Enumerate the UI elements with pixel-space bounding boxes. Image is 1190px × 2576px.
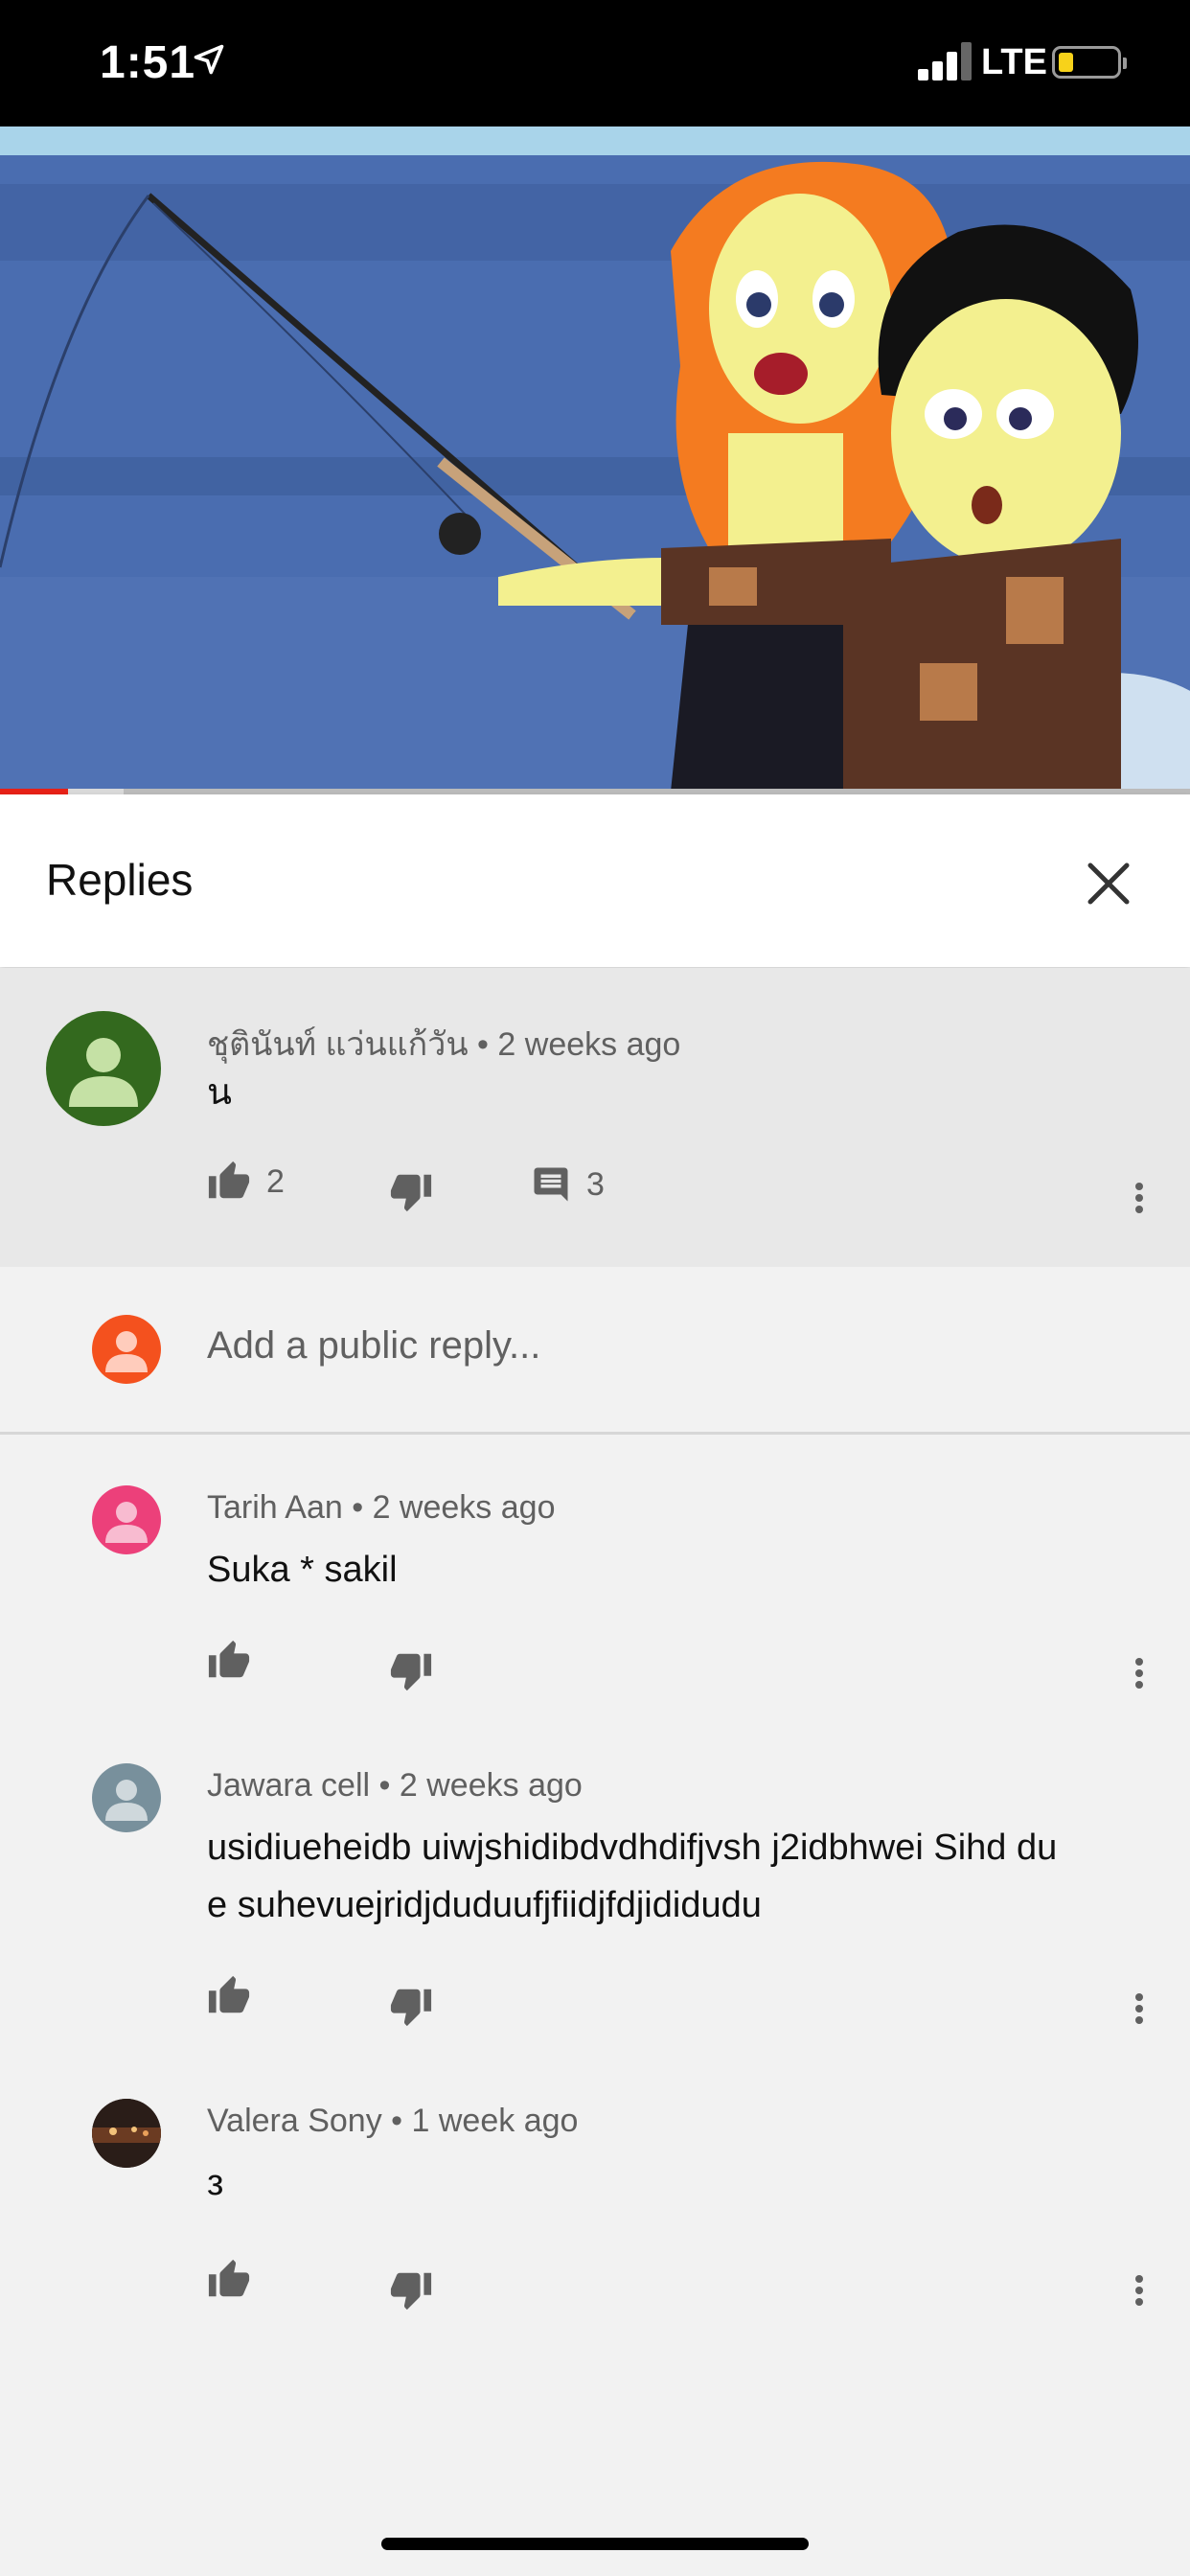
avatar[interactable] [46, 1011, 161, 1126]
status-bar: 1:51 LTE [0, 0, 1190, 126]
comment-text: น [207, 1072, 232, 1113]
thumbs-up-icon [208, 1975, 250, 2013]
avatar [92, 1315, 161, 1384]
comment-author[interactable]: ชุตินันท์ แว่นแก้วัน [207, 1026, 469, 1063]
avatar-person-icon [105, 1502, 148, 1543]
signal-icon [918, 42, 973, 80]
meta-separator: • [378, 1767, 400, 1804]
comment-meta: Tarih Aan • 2 weeks ago [207, 1489, 555, 1527]
like-button[interactable]: 2 [207, 1160, 285, 1204]
like-count: 2 [266, 1162, 285, 1200]
add-reply-row: Add a public reply... [0, 1267, 1190, 1435]
comment-text: Suka * sakil [207, 1550, 398, 1590]
comment-meta: Jawara cell • 2 weeks ago [207, 1767, 583, 1805]
comment-icon [534, 1167, 568, 1202]
comment-time: 1 week ago [411, 2103, 579, 2139]
comment-meta: ชุตินันท์ แว่นแก้วัน • 2 weeks ago [207, 1018, 680, 1070]
meta-separator: • [391, 2103, 412, 2139]
comment-text: usidiueheidb uiwjshidibdvdhdifjvsh j2idb… [207, 1828, 1058, 1925]
location-arrow-icon [194, 44, 224, 75]
avatar-person-icon [69, 1038, 138, 1107]
video-player[interactable] [0, 126, 1190, 792]
close-icon[interactable] [1077, 852, 1140, 915]
video-frame [0, 126, 1190, 792]
thumbs-down-icon [390, 1989, 432, 2027]
more-vert-icon[interactable] [1119, 2262, 1157, 2319]
comment-author[interactable]: Valera Sony [207, 2103, 382, 2139]
status-time: 1:51 [100, 37, 196, 88]
like-button[interactable] [207, 2258, 251, 2302]
comment-time: 2 weeks ago [497, 1026, 681, 1063]
comment-time: 2 weeks ago [372, 1489, 556, 1526]
comment-meta: Valera Sony • 1 week ago [207, 2103, 578, 2140]
thumbs-up-icon [208, 1640, 250, 1678]
meta-separator: • [477, 1026, 498, 1063]
thumbs-up-icon [208, 1161, 250, 1199]
more-vert-icon[interactable] [1119, 1169, 1157, 1227]
meta-separator: • [352, 1489, 373, 1526]
thumbs-down-icon [390, 2272, 432, 2311]
avatar[interactable] [92, 1763, 161, 1832]
parent-comment: ชุตินันท์ แว่นแก้วัน • 2 weeks ago น 2 3 [0, 968, 1190, 1267]
reply-input[interactable]: Add a public reply... [207, 1324, 540, 1368]
like-button[interactable] [207, 1639, 251, 1683]
network-type: LTE [981, 42, 1047, 82]
avatar-person-icon [105, 1780, 148, 1821]
replies-title: Replies [46, 855, 194, 905]
thumbs-down-icon [390, 1174, 432, 1212]
comment-time: 2 weeks ago [399, 1767, 583, 1804]
thumbs-up-icon [208, 2259, 250, 2297]
replies-button[interactable]: 3 [531, 1164, 605, 1205]
like-button[interactable] [207, 1974, 251, 2018]
replies-header: Replies [0, 794, 1190, 967]
avatar-person-icon [105, 1331, 148, 1372]
avatar-photo [92, 2099, 161, 2168]
home-indicator[interactable] [381, 2538, 809, 2550]
reply-comment: Tarih Aan • 2 weeks ago Suka * sakil [0, 1432, 1190, 1710]
dislike-button[interactable] [389, 1648, 433, 1692]
comment-author[interactable]: Jawara cell [207, 1767, 370, 1804]
avatar[interactable] [92, 2099, 161, 2168]
reply-comment: Valera Sony • 1 week ago з [0, 2045, 1190, 2323]
comment-author[interactable]: Tarih Aan [207, 1489, 343, 1526]
reply-comment: Jawara cell • 2 weeks ago usidiueheidb u… [0, 1710, 1190, 2045]
thumbs-down-icon [390, 1653, 432, 1691]
reply-count: 3 [586, 1165, 605, 1203]
dislike-button[interactable] [389, 2267, 433, 2312]
dislike-button[interactable] [389, 1984, 433, 2028]
more-vert-icon[interactable] [1119, 1980, 1157, 2037]
battery-icon [1052, 46, 1127, 79]
avatar[interactable] [92, 1485, 161, 1554]
comment-text: з [207, 2163, 224, 2203]
dislike-button[interactable] [389, 1169, 433, 1213]
more-vert-icon[interactable] [1119, 1644, 1157, 1702]
